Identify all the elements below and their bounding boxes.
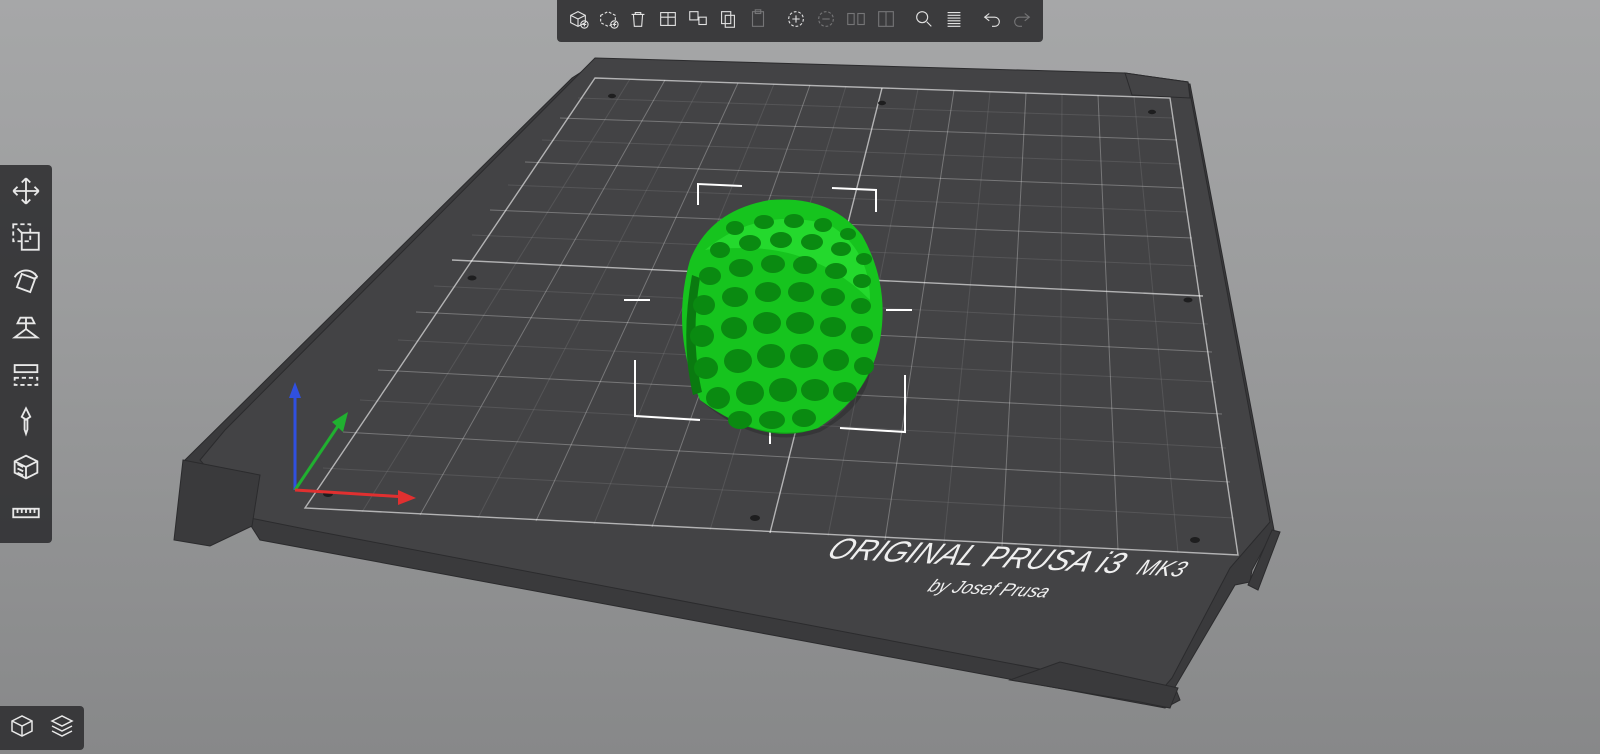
redo-button xyxy=(1007,6,1037,36)
add-object-button[interactable] xyxy=(563,6,593,36)
seam-painting-button[interactable] xyxy=(4,447,48,491)
split-parts-button xyxy=(871,6,901,36)
model-object[interactable] xyxy=(682,199,883,437)
add-instance-button[interactable] xyxy=(781,6,811,36)
cube-plus-icon xyxy=(567,8,589,35)
copy-icon xyxy=(717,8,739,35)
hatched-cube-icon xyxy=(9,450,43,489)
trash-icon xyxy=(627,8,649,35)
window-grid-icon xyxy=(657,8,679,35)
minus-circle-icon xyxy=(815,8,837,35)
calibration-points xyxy=(323,94,1200,543)
redo-icon xyxy=(1011,8,1033,35)
build-plate-notch xyxy=(1125,73,1190,98)
dashed-cube-plus-icon xyxy=(597,8,619,35)
layer-lines-icon xyxy=(943,8,965,35)
ruler-icon xyxy=(9,496,43,535)
delete-all-button[interactable] xyxy=(653,6,683,36)
grid-border xyxy=(305,78,1238,555)
search-button[interactable] xyxy=(909,6,939,36)
editor-view-button[interactable] xyxy=(4,710,40,746)
rotate-icon xyxy=(9,266,43,305)
paste-icon xyxy=(747,8,769,35)
grid-lines-v xyxy=(420,80,1118,550)
place-on-face-button[interactable] xyxy=(4,309,48,353)
model-holes xyxy=(690,214,874,429)
preview-view-button[interactable] xyxy=(44,710,80,746)
scale-tool-button[interactable] xyxy=(4,217,48,261)
grid-lines-h xyxy=(343,118,1230,482)
undo-icon xyxy=(981,8,1003,35)
variable-layer-button[interactable] xyxy=(939,6,969,36)
left-toolbar xyxy=(0,165,52,543)
add-part-button[interactable] xyxy=(593,6,623,36)
scale-icon xyxy=(9,220,43,259)
move-tool-button[interactable] xyxy=(4,171,48,215)
arrange-button[interactable] xyxy=(683,6,713,36)
brush-icon xyxy=(9,404,43,443)
top-toolbar xyxy=(557,0,1043,42)
cut-plane-icon xyxy=(9,358,43,397)
build-plate-side xyxy=(185,62,1274,708)
grid-fine xyxy=(323,79,1234,553)
split-objects-icon xyxy=(845,8,867,35)
svg-text:ORIGINAL PRUSA i3 MK3: ORIGINAL PRUSA i3 MK3 xyxy=(821,532,1197,583)
viewport-3d: ORIGINAL PRUSA i3 MK3 by Josef Prusa xyxy=(0,0,1600,754)
view-mode-toggle xyxy=(0,706,84,750)
copy-button[interactable] xyxy=(713,6,743,36)
remove-instance-button xyxy=(811,6,841,36)
paint-supports-button[interactable] xyxy=(4,401,48,445)
build-plate-top[interactable] xyxy=(200,58,1270,692)
cut-tool-button[interactable] xyxy=(4,355,48,399)
rotate-tool-button[interactable] xyxy=(4,263,48,307)
delete-button[interactable] xyxy=(623,6,653,36)
plus-circle-icon xyxy=(785,8,807,35)
svg-text:by Josef Prusa: by Josef Prusa xyxy=(924,577,1055,602)
arrange-icon xyxy=(687,8,709,35)
move-arrows-icon xyxy=(9,174,43,213)
split-parts-icon xyxy=(875,8,897,35)
measure-tool-button[interactable] xyxy=(4,493,48,537)
undo-button[interactable] xyxy=(977,6,1007,36)
paste-button xyxy=(743,6,773,36)
selection-bounding-box xyxy=(624,184,912,444)
axis-gizmo xyxy=(289,382,416,505)
bed-branding: ORIGINAL PRUSA i3 MK3 by Josef Prusa xyxy=(806,532,1198,609)
cube-outline-icon xyxy=(7,711,37,746)
split-objects-button xyxy=(841,6,871,36)
search-icon xyxy=(913,8,935,35)
layer-stack-icon xyxy=(47,711,77,746)
plate-feet xyxy=(174,460,1280,708)
place-face-icon xyxy=(9,312,43,351)
